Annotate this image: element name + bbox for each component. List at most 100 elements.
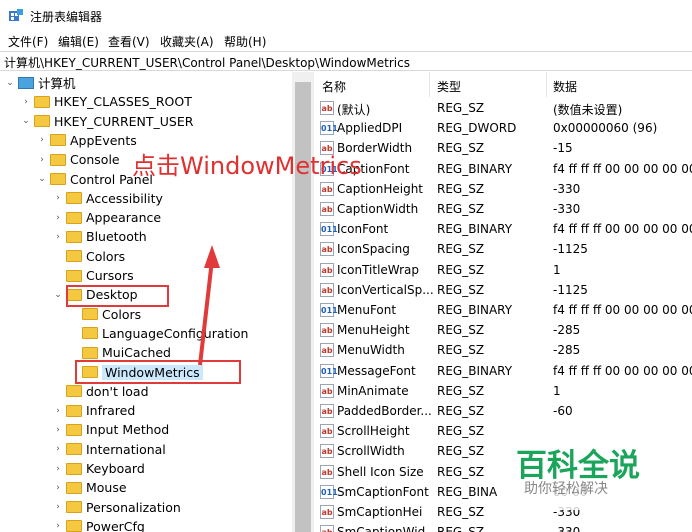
- string-value-icon: ab: [320, 444, 334, 459]
- value-row[interactable]: 011 MenuFont REG_BINARY f4 ff ff ff 00 00 0…: [314, 300, 692, 320]
- column-header-type[interactable]: 类型: [437, 72, 547, 97]
- tree-item-label: Console: [70, 152, 120, 168]
- folder-icon: [50, 134, 66, 147]
- value-row[interactable]: ab BorderWidth REG_SZ -15: [314, 138, 692, 158]
- value-row[interactable]: ab (默认) REG_SZ (数值未设置): [314, 98, 692, 118]
- value-row[interactable]: 011 AppliedDPI REG_DWORD 0x00000060 (96): [314, 118, 692, 138]
- chevron-down-icon[interactable]: ⌄: [20, 116, 32, 126]
- value-row[interactable]: ab CaptionHeight REG_SZ -330: [314, 179, 692, 199]
- tree-item-label: Personalization: [86, 499, 181, 515]
- value-row[interactable]: ab IconVerticalSp... REG_SZ -1125: [314, 280, 692, 300]
- tree-item[interactable]: › HKEY_CLASSES_ROOT: [20, 92, 192, 111]
- tree-scrollbar[interactable]: [292, 72, 314, 532]
- chevron-right-icon[interactable]: ›: [52, 406, 64, 416]
- menu-favorites[interactable]: 收藏夹(A): [160, 33, 214, 50]
- menu-bar: 文件(F) 编辑(E) 查看(V) 收藏夹(A) 帮助(H): [0, 30, 692, 50]
- chevron-down-icon[interactable]: ⌄: [4, 78, 16, 88]
- tree-item[interactable]: › Bluetooth: [52, 227, 147, 246]
- string-value-icon: ab: [320, 242, 334, 257]
- tree-item[interactable]: › Accessibility: [52, 189, 163, 208]
- tree-item[interactable]: don't load: [52, 382, 149, 401]
- chevron-right-icon[interactable]: ›: [52, 483, 64, 493]
- menu-view[interactable]: 查看(V): [108, 33, 150, 50]
- chevron-right-icon[interactable]: ›: [52, 502, 64, 512]
- value-name: PaddedBorder...: [337, 404, 432, 418]
- chevron-right-icon[interactable]: ›: [20, 97, 32, 107]
- chevron-right-icon[interactable]: ›: [52, 444, 64, 454]
- address-path[interactable]: 计算机\HKEY_CURRENT_USER\Control Panel\Desk…: [4, 54, 410, 71]
- folder-icon: [66, 230, 82, 243]
- tree-item[interactable]: › Mouse: [52, 478, 126, 497]
- tree-item[interactable]: › Appearance: [52, 208, 161, 227]
- value-row[interactable]: ab MenuWidth REG_SZ -285: [314, 340, 692, 360]
- chevron-down-icon[interactable]: ⌄: [52, 290, 64, 300]
- value-type: REG_SZ: [437, 343, 485, 358]
- chevron-right-icon[interactable]: ›: [52, 232, 64, 242]
- tree-item[interactable]: Colors: [52, 247, 125, 266]
- value-row[interactable]: ab ScrollHeight REG_SZ: [314, 421, 692, 441]
- folder-icon: [66, 423, 82, 436]
- binary-value-icon: 011: [320, 303, 338, 317]
- value-name: MinAnimate: [337, 383, 409, 398]
- tree-item[interactable]: › Infrared: [52, 401, 135, 420]
- chevron-right-icon[interactable]: ›: [36, 135, 48, 145]
- value-data: f4 ff ff ff 00 00 00 00 00 00: [553, 303, 692, 317]
- column-header-name[interactable]: 名称: [322, 72, 430, 97]
- value-name: ScrollHeight: [337, 424, 410, 439]
- value-data: -60: [553, 404, 573, 418]
- value-row[interactable]: 011 IconFont REG_BINARY f4 ff ff ff 00 00 0…: [314, 219, 692, 239]
- tree-item[interactable]: Colors: [68, 305, 141, 324]
- tree-item[interactable]: › AppEvents: [36, 131, 137, 150]
- column-header-data[interactable]: 数据: [553, 72, 692, 97]
- value-name: IconSpacing: [337, 242, 410, 257]
- value-name: MenuWidth: [337, 343, 405, 358]
- value-type: REG_SZ: [437, 444, 485, 459]
- tree-item-label: Keyboard: [86, 461, 145, 476]
- tree-item-label: don't load: [86, 383, 149, 399]
- chevron-right-icon[interactable]: ›: [52, 521, 64, 531]
- chevron-right-icon[interactable]: ›: [52, 213, 64, 223]
- value-row[interactable]: abSmCaptionWidREG_SZ -330: [314, 522, 692, 532]
- tree-item[interactable]: › Console: [36, 150, 120, 169]
- highlight-desktop: [66, 285, 169, 307]
- tree-item[interactable]: › International: [52, 440, 166, 459]
- watermark-subtitle: 助你轻松解决: [524, 481, 608, 497]
- chevron-down-icon[interactable]: ⌄: [36, 174, 48, 184]
- string-value-icon: ab: [320, 262, 334, 277]
- menu-edit[interactable]: 编辑(E): [58, 33, 99, 50]
- folder-icon: [50, 153, 66, 166]
- value-row[interactable]: ab CaptionWidth REG_SZ -330: [314, 199, 692, 219]
- chevron-right-icon[interactable]: ›: [52, 464, 64, 474]
- chevron-right-icon[interactable]: ›: [36, 155, 48, 165]
- tree-item-label: PowerCfg: [86, 518, 145, 532]
- tree-item[interactable]: ⌄ HKEY_CURRENT_USER: [20, 112, 193, 131]
- string-value-icon: ab: [320, 282, 334, 297]
- folder-icon: [66, 520, 82, 532]
- tree-item[interactable]: › Input Method: [52, 420, 169, 439]
- value-type: REG_SZ: [437, 383, 485, 398]
- value-row[interactable]: 011 MessageFont REG_BINARY f4 ff ff ff 00 0…: [314, 361, 692, 381]
- string-value-icon: ab: [320, 101, 334, 115]
- value-row[interactable]: ab IconSpacing REG_SZ -1125: [314, 239, 692, 259]
- tree-item[interactable]: › Personalization: [52, 498, 181, 517]
- value-name: MenuHeight: [337, 323, 410, 338]
- chevron-right-icon[interactable]: ›: [52, 425, 64, 435]
- menu-file[interactable]: 文件(F): [8, 33, 48, 50]
- address-bar[interactable]: 计算机\HKEY_CURRENT_USER\Control Panel\Desk…: [0, 51, 692, 71]
- tree-item[interactable]: Cursors: [52, 266, 134, 285]
- value-type: REG_SZ: [437, 202, 485, 216]
- tree-item[interactable]: ⌄ 计算机: [4, 73, 75, 92]
- tree-item[interactable]: › Keyboard: [52, 459, 145, 478]
- value-data: -285: [553, 343, 581, 358]
- value-row[interactable]: ab MenuHeight REG_SZ -285: [314, 320, 692, 340]
- value-type: REG_SZ: [437, 464, 485, 479]
- value-row[interactable]: 011 CaptionFont REG_BINARY f4 ff ff ff 00 0…: [314, 159, 692, 179]
- tree-item[interactable]: › PowerCfg: [52, 517, 145, 532]
- chevron-right-icon[interactable]: ›: [52, 193, 64, 203]
- value-row[interactable]: ab IconTitleWrap REG_SZ 1: [314, 260, 692, 280]
- value-name: IconFont: [337, 222, 389, 237]
- tree-item-label: Infrared: [86, 403, 136, 419]
- value-row[interactable]: ab MinAnimate REG_SZ 1: [314, 381, 692, 401]
- value-row[interactable]: ab PaddedBorder... REG_SZ -60: [314, 401, 692, 421]
- menu-help[interactable]: 帮助(H): [224, 33, 266, 50]
